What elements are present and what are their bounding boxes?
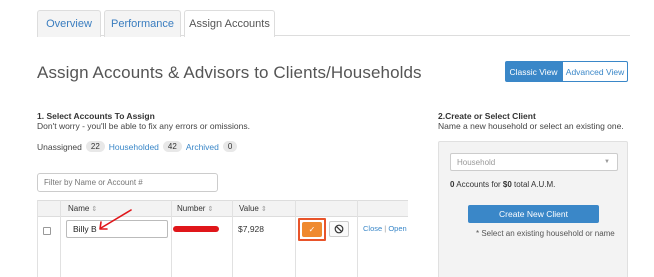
advanced-view-button[interactable]: Advanced View xyxy=(562,61,628,82)
householded-count-badge: 42 xyxy=(162,141,182,152)
annotation-arrow-icon xyxy=(99,209,132,230)
redacted-account-number xyxy=(173,226,219,232)
column-divider xyxy=(37,200,38,277)
page-title: Assign Accounts & Advisors to Clients/Ho… xyxy=(37,63,422,82)
step1-subtitle: Don't worry - you'll be able to fix any … xyxy=(37,121,250,131)
create-new-client-button[interactable]: Create New Client xyxy=(468,205,599,223)
tab-performance[interactable]: Performance xyxy=(104,10,181,37)
block-icon xyxy=(334,224,344,234)
tab-bar: Overview Performance Assign Accounts xyxy=(37,10,630,37)
column-header-number[interactable]: Number ⇕ xyxy=(177,204,213,213)
aum-amount: $0 xyxy=(502,180,512,189)
sort-icon: ⇕ xyxy=(207,206,214,213)
aum-mid-text: Accounts for xyxy=(454,180,503,189)
accounts-table: Name⇕ Number⇕ Value⇕ $7,928 ✓ Close | Op… xyxy=(37,200,408,277)
account-value: $7,928 xyxy=(238,224,264,234)
unassigned-count-badge: 22 xyxy=(85,141,105,152)
column-divider xyxy=(357,200,358,277)
close-link[interactable]: Close xyxy=(363,224,382,233)
filter-householded[interactable]: Householded xyxy=(109,142,159,152)
step2-title: 2.Create or Select Client xyxy=(438,111,536,121)
household-select-value: Household xyxy=(457,157,496,167)
view-toggle: Classic View Advanced View xyxy=(505,61,628,82)
step1-title: 1. Select Accounts To Assign xyxy=(37,111,155,121)
column-header-value[interactable]: Value ⇕ xyxy=(239,204,267,213)
column-divider xyxy=(295,200,296,277)
exclude-button[interactable] xyxy=(329,221,349,237)
archived-count-badge: 0 xyxy=(222,141,238,152)
chevron-down-icon: ▼ xyxy=(604,159,610,165)
sort-icon: ⇕ xyxy=(260,206,267,213)
filter-archived[interactable]: Archived xyxy=(186,142,219,152)
column-number-label: Number xyxy=(177,204,206,213)
column-name-label: Name xyxy=(68,204,90,213)
column-divider xyxy=(171,200,172,277)
step2-subtitle: Name a new household or select an existi… xyxy=(438,121,624,131)
column-value-label: Value xyxy=(239,204,259,213)
tab-overview[interactable]: Overview xyxy=(37,10,101,37)
column-divider xyxy=(60,200,61,277)
aum-end-text: total A.U.M. xyxy=(511,180,556,189)
account-filters: Unassigned 22 Householded 42 Archived 0 xyxy=(37,141,241,152)
row-actions: Close | Open xyxy=(363,224,407,233)
client-panel: Household ▼ 0 Accounts for $0 total A.U.… xyxy=(438,141,628,277)
household-select[interactable]: Household ▼ xyxy=(450,153,618,171)
column-header-name[interactable]: Name ⇕ xyxy=(68,204,97,213)
open-link[interactable]: Open xyxy=(388,224,406,233)
aum-summary: 0 Accounts for $0 total A.U.M. xyxy=(450,180,555,189)
tab-assign-accounts[interactable]: Assign Accounts xyxy=(184,10,275,37)
column-divider xyxy=(232,200,233,277)
row-select-checkbox[interactable] xyxy=(43,227,51,235)
classic-view-button[interactable]: Classic View xyxy=(505,61,562,82)
create-client-hint: * Select an existing household or name xyxy=(476,229,615,238)
annotation-highlight-box xyxy=(298,218,326,241)
account-search-input[interactable] xyxy=(37,173,218,192)
filter-unassigned[interactable]: Unassigned xyxy=(37,142,82,152)
